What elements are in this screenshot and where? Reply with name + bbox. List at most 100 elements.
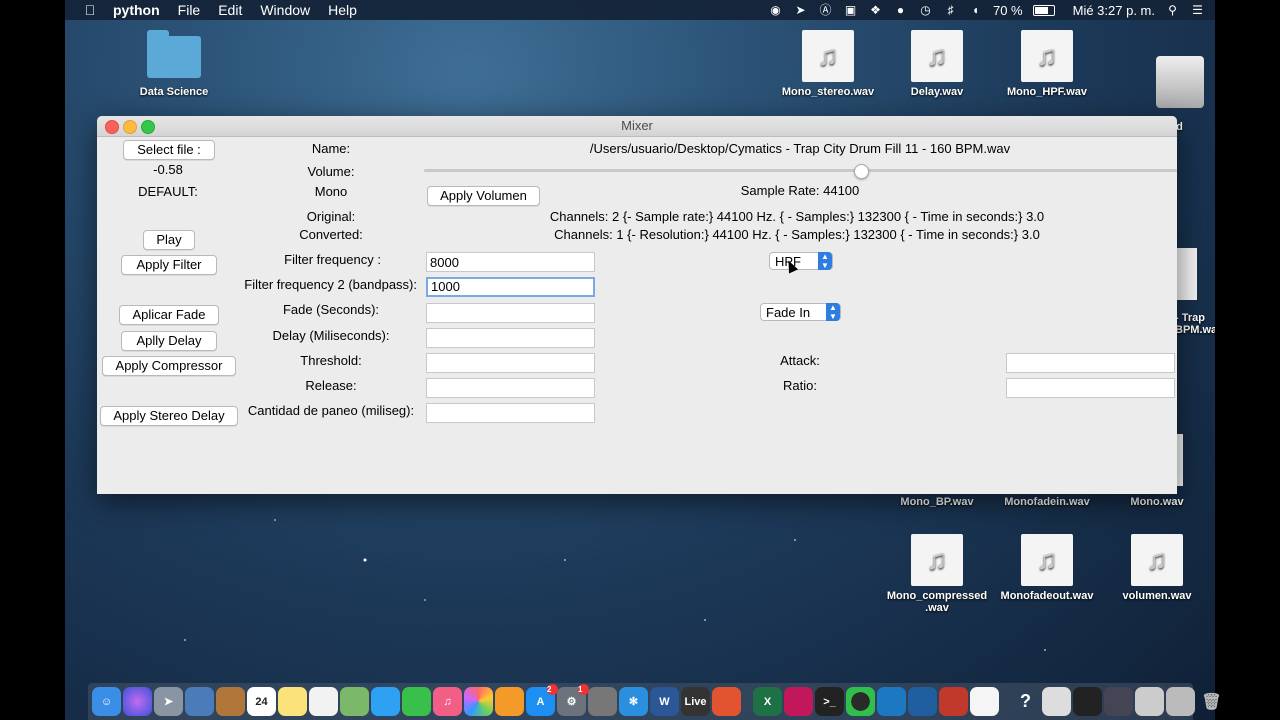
rocket-icon[interactable]: ➤	[793, 3, 808, 17]
desktop-icon-monofadeout[interactable]: ♫ Monofadeout.wav	[992, 534, 1102, 602]
fade-type-select[interactable]: Fade In ▲ ▼	[760, 303, 841, 321]
document-icon[interactable]	[970, 687, 999, 716]
edge-icon[interactable]	[908, 687, 937, 716]
threshold-input[interactable]	[426, 353, 595, 373]
minimized-window-5-icon[interactable]	[1166, 687, 1195, 716]
word-icon[interactable]: W	[650, 687, 679, 716]
menu-help[interactable]: Help	[328, 2, 357, 18]
launchpad-icon[interactable]: ➤	[154, 687, 183, 716]
aplicar-fade-button[interactable]: Aplicar Fade	[119, 305, 219, 325]
filter-type-select[interactable]: HPF ▲ ▼	[769, 252, 833, 270]
books-icon[interactable]	[495, 687, 524, 716]
notification-icon[interactable]: ▣	[843, 3, 858, 17]
trash-icon[interactable]: 🗑	[1197, 687, 1226, 716]
desktop-partial-file-icon-2[interactable]	[1177, 434, 1183, 486]
photos-icon[interactable]	[464, 687, 493, 716]
terminal-icon[interactable]: >_	[815, 687, 844, 716]
music-icon[interactable]: ♫	[433, 687, 462, 716]
prefs-badge: 1	[578, 684, 589, 695]
desktop-icon-mono-compressed[interactable]: ♫ Mono_compressed .wav	[882, 534, 992, 614]
menu-edit[interactable]: Edit	[218, 2, 242, 18]
desktop-partial-file-icon[interactable]	[1177, 248, 1197, 300]
filter-frequency-input[interactable]: 8000	[426, 252, 595, 272]
attack-input[interactable]	[1006, 353, 1175, 373]
menu-app-name[interactable]: python	[113, 2, 160, 18]
excel-icon[interactable]: X	[753, 687, 782, 716]
desktop-icon-delay[interactable]: ♫ Delay.wav	[882, 30, 992, 98]
apple-menu-icon[interactable]: 	[81, 2, 99, 18]
app-store-icon[interactable]: A2	[526, 684, 558, 716]
apply-volumen-button[interactable]: Apply Volumen	[427, 186, 540, 206]
volume-slider-thumb[interactable]	[853, 164, 869, 179]
ratio-input[interactable]	[1006, 378, 1175, 398]
apply-filter-button[interactable]: Apply Filter	[121, 255, 217, 275]
preview-icon[interactable]	[185, 687, 214, 716]
elephant-icon[interactable]: ●	[893, 3, 908, 17]
spotlight-search-icon[interactable]: ⚲	[1165, 3, 1180, 17]
filter-frequency2-input[interactable]: 1000	[426, 277, 595, 297]
desktop-label-partial-trap: - Trap BPM.wa	[1175, 312, 1218, 336]
desktop-label-mono[interactable]: Mono.wav	[1102, 496, 1212, 508]
record-icon[interactable]: ◉	[768, 3, 783, 17]
system-preferences-icon[interactable]: ⚙ 1	[557, 684, 589, 716]
battery-icon[interactable]	[1032, 4, 1055, 16]
git-tool-icon[interactable]	[939, 687, 968, 716]
desktop-icon-disk[interactable]	[1150, 56, 1210, 108]
menu-window[interactable]: Window	[260, 2, 310, 18]
desktop-label-mono-bp[interactable]: Mono_BP.wav	[882, 496, 992, 508]
clock[interactable]: Mié 3:27 p. m.	[1073, 3, 1155, 18]
volume-slider-track[interactable]	[424, 169, 1177, 172]
aplly-delay-button[interactable]: Aplly Delay	[121, 331, 217, 351]
circle-a-icon[interactable]: Ⓐ	[818, 3, 833, 17]
keychain-icon[interactable]	[588, 687, 617, 716]
maps-icon[interactable]	[340, 687, 369, 716]
safari-icon[interactable]: ✻	[619, 687, 648, 716]
desktop-icon-mono-hpf[interactable]: ♫ Mono_HPF.wav	[992, 30, 1102, 98]
apply-stereo-delay-button[interactable]: Apply Stereo Delay	[100, 406, 238, 426]
delay-ms-input[interactable]	[426, 328, 595, 348]
pin-icon[interactable]: ❖	[868, 3, 883, 17]
time-machine-icon[interactable]: ◷	[918, 3, 933, 17]
reminders-icon[interactable]	[309, 687, 338, 716]
notification-center-icon[interactable]: ☰	[1190, 3, 1205, 17]
finder-icon[interactable]: ☺	[92, 687, 121, 716]
minimized-window-4-icon[interactable]	[1135, 687, 1164, 716]
audio-app-icon[interactable]	[784, 687, 813, 716]
messages-icon[interactable]	[371, 687, 400, 716]
help-icon[interactable]: ?	[1011, 687, 1040, 716]
release-input[interactable]	[426, 378, 595, 398]
notes-icon[interactable]	[278, 687, 307, 716]
desktop-icon-volumen[interactable]: ♫ volumen.wav	[1102, 534, 1212, 602]
paneo-input[interactable]	[426, 403, 595, 423]
window-titlebar[interactable]: Mixer	[97, 116, 1177, 137]
minimized-window-3-icon[interactable]	[1104, 687, 1133, 716]
vscode-icon[interactable]	[877, 687, 906, 716]
desktop-label-monofadein[interactable]: Monofadein.wav	[992, 496, 1102, 508]
zoom-window-button[interactable]	[141, 120, 155, 134]
calendar-icon[interactable]: 24	[247, 687, 276, 716]
menu-bar:  python File Edit Window Help ◉ ➤ Ⓐ ▣ ❖…	[65, 0, 1215, 20]
desktop-icon-mono-stereo[interactable]: ♫ Mono_stereo.wav	[773, 30, 883, 98]
brave-icon[interactable]	[712, 687, 741, 716]
minimize-window-button[interactable]	[123, 120, 137, 134]
fade-seconds-input[interactable]	[426, 303, 595, 323]
desktop-icon-data-science[interactable]: Data Science	[119, 28, 229, 98]
audio-file-icon: ♫	[911, 30, 963, 82]
minimized-window-1-icon[interactable]	[1042, 687, 1071, 716]
ableton-live-icon[interactable]: Live	[681, 687, 710, 716]
facetime-icon[interactable]	[402, 687, 431, 716]
menu-file[interactable]: File	[178, 2, 201, 18]
minimized-window-2-icon[interactable]	[1073, 687, 1102, 716]
apply-compressor-button[interactable]: Apply Compressor	[102, 356, 236, 376]
select-file-button[interactable]: Select file :	[123, 140, 215, 160]
wifi-icon[interactable]: ◖	[968, 3, 983, 17]
default-label: DEFAULT:	[138, 184, 198, 199]
siri-icon[interactable]	[123, 687, 152, 716]
contacts-icon[interactable]	[216, 687, 245, 716]
play-button[interactable]: Play	[143, 230, 195, 250]
window-title: Mixer	[621, 118, 653, 133]
bluetooth-icon[interactable]: ♯	[943, 3, 958, 17]
ratio-label: Ratio:	[783, 378, 817, 393]
close-window-button[interactable]	[105, 120, 119, 134]
activity-icon[interactable]	[846, 687, 875, 716]
